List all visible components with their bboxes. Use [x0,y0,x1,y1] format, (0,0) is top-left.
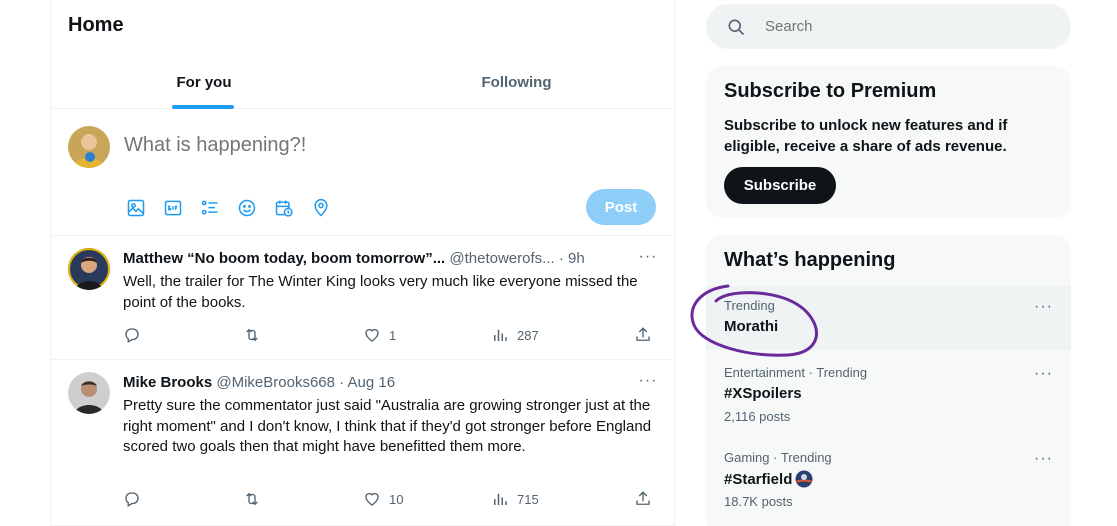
post-button[interactable]: Post [586,189,656,225]
search-input[interactable] [765,18,1045,35]
views-button[interactable]: 715 [491,490,539,508]
like-button[interactable]: 1 [363,326,396,344]
premium-title: Subscribe to Premium [724,80,937,102]
more-icon[interactable]: ··· [638,371,658,391]
views-button[interactable]: 287 [491,326,539,344]
schedule-icon[interactable] [272,196,296,220]
timeline-tabs: For you Following [51,56,676,109]
reply-button[interactable] [123,326,149,344]
views-icon [494,493,507,505]
image-icon[interactable] [124,196,148,220]
tweet-header: Mike Brooks @MikeBrooks668 · Aug 16 [123,374,648,391]
location-icon[interactable] [309,196,333,220]
tab-for-you[interactable]: For you [51,56,357,109]
more-icon[interactable]: ··· [638,247,658,267]
trend-name: #XSpoilers [724,385,802,402]
author-handle[interactable]: @MikeBrooks668 [216,374,335,391]
tweet-actions: 1 287 [123,326,650,346]
trend-post-count: 18.7K posts [724,494,793,509]
trend-item[interactable]: Entertainment · Trending #XSpoilers 2,11… [706,353,1071,433]
avatar[interactable] [68,372,110,414]
separator-dot: · [558,250,564,267]
section-title: What’s happening [724,249,896,271]
author-name[interactable]: Matthew “No boom today, boom tomorrow”..… [123,250,445,267]
tweet-header: Matthew “No boom today, boom tomorrow”..… [123,250,648,267]
poll-icon[interactable] [198,196,222,220]
tweet[interactable]: Mike Brooks @MikeBrooks668 · Aug 16 ··· … [51,361,676,526]
view-count: 715 [517,491,539,507]
share-icon [636,491,650,505]
page-title: Home [68,14,124,36]
like-count: 1 [389,327,397,343]
views-icon [494,329,507,341]
more-icon[interactable]: ··· [1034,365,1053,383]
trend-post-count: 2,116 posts [724,409,791,424]
subscribe-button[interactable]: Subscribe [724,167,836,204]
tweet-actions: 10 715 [123,490,650,510]
trend-name-text: #Starfield [724,470,793,488]
share-button[interactable] [634,490,652,508]
tweet-text: Pretty sure the commentator just said "A… [123,397,652,455]
main-timeline: Home For you Following What is happening… [50,0,676,526]
tweet-time[interactable]: Aug 16 [348,374,396,391]
emoji-icon[interactable] [235,196,259,220]
separator-dot: · [339,374,345,391]
trend-name: #Starfield [724,470,813,488]
reply-icon [125,328,139,343]
trend-item[interactable]: Gaming · Trending #Starfield 18.7K posts… [706,438,1071,518]
share-button[interactable] [634,326,652,344]
gif-icon[interactable] [161,196,185,220]
more-icon[interactable]: ··· [1034,450,1053,468]
repost-button[interactable] [243,326,269,344]
reply-button[interactable] [123,490,149,508]
whats-happening-card: What’s happening Trending Morathi ··· En… [706,235,1071,526]
author-handle[interactable]: @thetowerofs... [449,250,554,267]
trend-category: Gaming · Trending [724,450,832,465]
trend-name-text: #XSpoilers [724,385,802,402]
heart-icon [365,492,379,506]
compose-toolbar [124,196,333,220]
premium-card: Subscribe to Premium Subscribe to unlock… [706,66,1071,218]
like-count: 10 [389,491,404,507]
author-name[interactable]: Mike Brooks [123,374,212,391]
trend-category: Trending [724,298,775,313]
tweet-time[interactable]: 9h [568,250,585,267]
reply-icon [125,492,139,507]
heart-icon [365,328,379,342]
trend-item[interactable]: Trending Morathi ··· [706,286,1071,350]
trend-name: Morathi [724,318,778,335]
tab-following[interactable]: Following [357,56,676,109]
view-count: 287 [517,327,539,343]
trend-category: Entertainment · Trending [724,365,868,380]
repost-icon [246,492,258,506]
compose-input[interactable] [124,134,624,157]
like-button[interactable]: 10 [363,490,403,508]
avatar[interactable] [68,126,110,168]
repost-icon [246,328,258,342]
share-icon [636,327,650,341]
tweet-composer: Post [51,110,676,236]
search-icon [728,19,745,35]
repost-button[interactable] [243,490,269,508]
avatar[interactable] [68,248,110,290]
tweet[interactable]: Matthew “No boom today, boom tomorrow”..… [51,237,676,360]
trend-name-text: Morathi [724,318,779,335]
search-box[interactable] [706,4,1071,49]
premium-description: Subscribe to unlock new features and if … [724,117,1008,155]
active-tab-indicator [172,105,234,109]
more-icon[interactable]: ··· [1034,298,1053,316]
tweet-text: Well, the trailer for The Winter King lo… [123,273,638,311]
starfield-hashflag-icon [795,470,813,488]
